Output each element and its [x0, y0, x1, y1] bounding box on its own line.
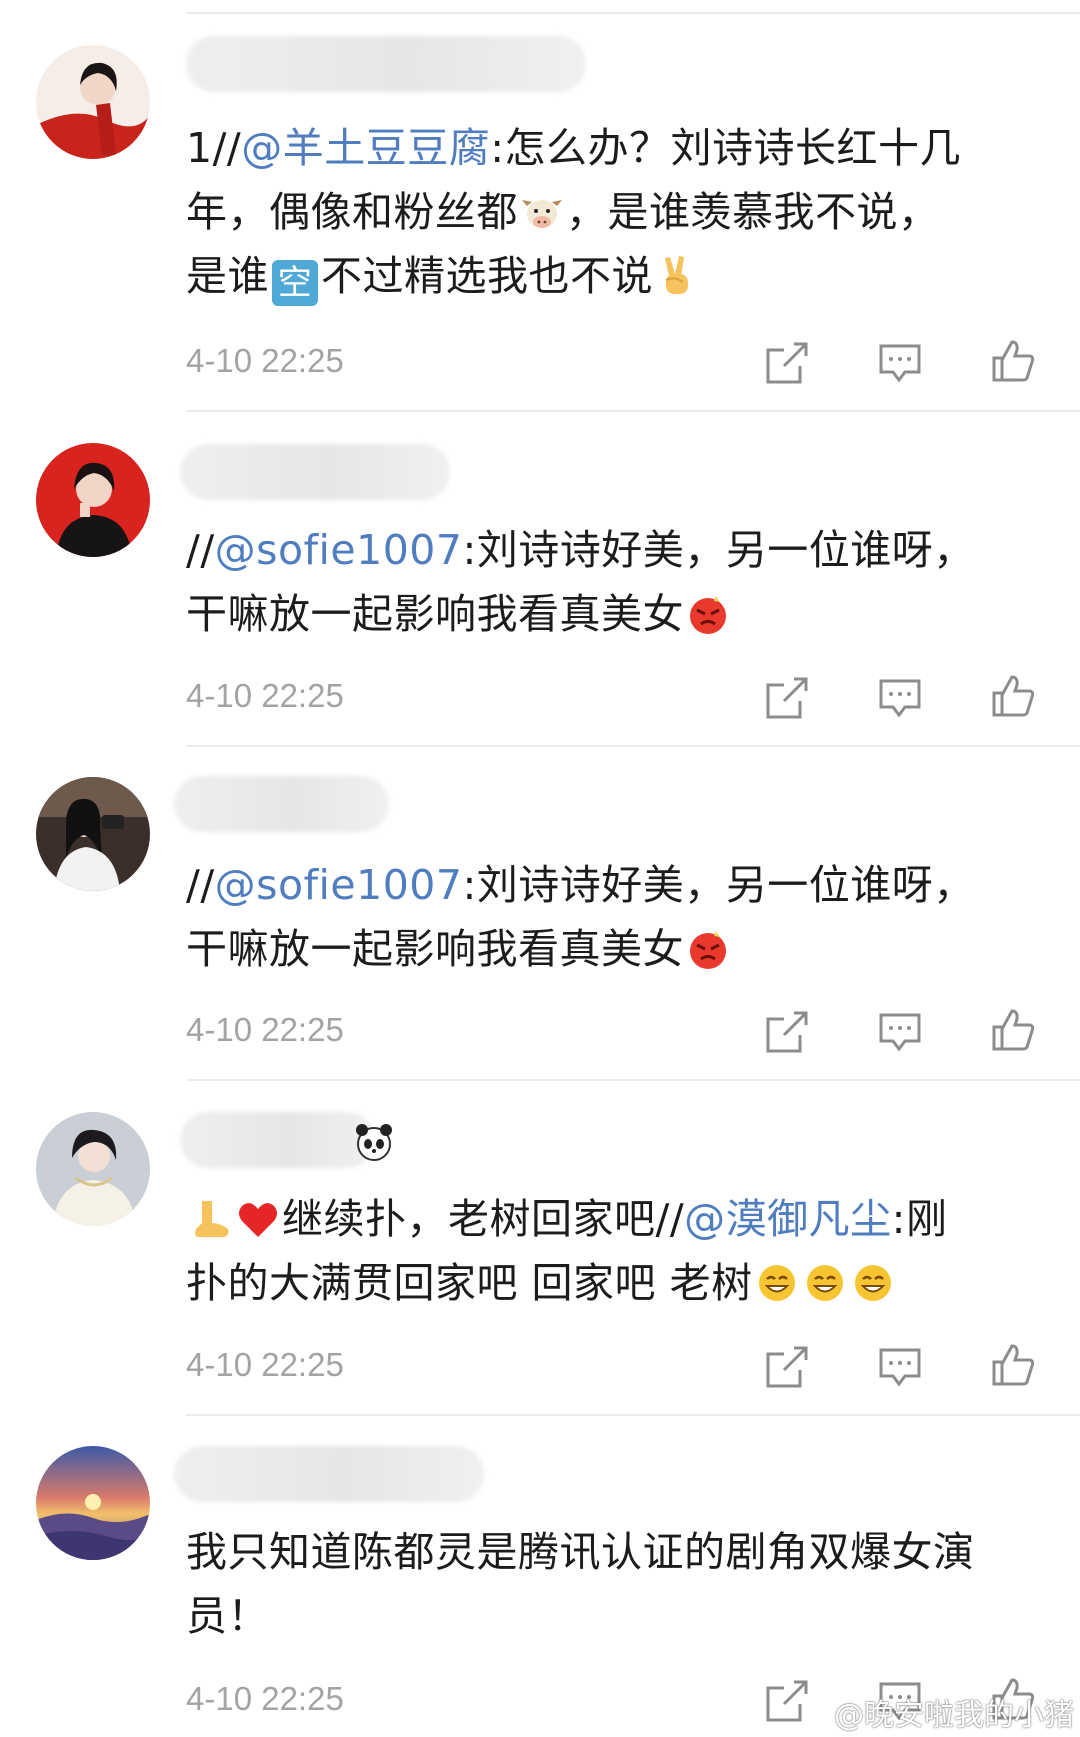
comment-text-part: :刚: [891, 1195, 948, 1243]
angry-face-emoji-icon: [686, 592, 730, 636]
panda-emoji-icon: [352, 1120, 396, 1164]
timestamp: 4-10 22:25: [186, 1011, 344, 1048]
cow-emoji-icon: [520, 190, 564, 234]
avatar[interactable]: [36, 1446, 150, 1560]
divider: [186, 12, 1080, 14]
comment-text: 继续扑，老树回家吧//@漠御凡尘:刚 扑的大满贯回家吧 回家吧 老树: [186, 1187, 1056, 1315]
comment-text-part: 我只知道陈都灵是腾讯认证的剧角双爆女演: [186, 1528, 975, 1576]
mention-link[interactable]: @漠御凡尘: [684, 1195, 892, 1243]
mention-link[interactable]: @sofie1007: [215, 861, 463, 909]
comment-text-part: ，是谁羡慕我不说，: [566, 188, 940, 236]
divider: [186, 410, 1080, 412]
comment-text-part: :怎么办？刘诗诗长红十几: [490, 124, 962, 172]
thumbs-up-icon[interactable]: [990, 1007, 1036, 1053]
grin-face-emoji-icon: [803, 1261, 847, 1305]
comment-text: //@sofie1007:刘诗诗好美，另一位谁呀， 干嘛放一起影响我看真美女: [186, 518, 1056, 646]
comment-feed: 1//@羊土豆豆腐:怎么办？刘诗诗长红十几 年，偶像和粉丝都 ，是谁羡慕我不说， …: [0, 0, 1080, 1737]
username-redacted: [180, 444, 450, 500]
angry-face-emoji-icon: [686, 927, 730, 971]
timestamp: 4-10 22:25: [186, 1680, 344, 1717]
comment-text-part: 1//: [186, 124, 242, 172]
username-redacted: [186, 36, 586, 92]
comment-text-part: 扑的大满贯回家吧 回家吧 老树: [186, 1259, 753, 1307]
comment-icon[interactable]: [877, 1344, 923, 1390]
thumbs-up-icon[interactable]: [990, 1342, 1036, 1388]
comment-text-part: 员！: [186, 1592, 269, 1640]
thumbs-up-icon[interactable]: [990, 673, 1036, 719]
username-redacted: [174, 776, 389, 832]
comment-text-part: 年，偶像和粉丝都: [186, 188, 518, 236]
comment-text-part: 干嘛放一起影响我看真美女: [186, 590, 684, 638]
mention-link[interactable]: @sofie1007: [215, 526, 463, 574]
watermark: @晚安啦我的小猪: [834, 1698, 1074, 1733]
username-redacted: [180, 1112, 375, 1168]
foot-emoji-icon: [188, 1197, 232, 1241]
divider: [186, 1414, 1080, 1416]
timestamp: 4-10 22:25: [186, 342, 344, 379]
avatar[interactable]: [36, 443, 150, 557]
username-redacted: [174, 1446, 484, 1502]
share-icon[interactable]: [764, 1344, 810, 1390]
divider: [186, 1079, 1080, 1081]
divider: [186, 745, 1080, 747]
comment-icon[interactable]: [877, 675, 923, 721]
comment-text: 1//@羊土豆豆腐:怎么办？刘诗诗长红十几 年，偶像和粉丝都 ，是谁羡慕我不说， …: [186, 116, 1056, 308]
kong-emoji-icon: 空: [272, 260, 318, 306]
comment-text-part: :刘诗诗好美，另一位谁呀，: [462, 526, 975, 574]
comment-text-part: 继续扑，老树回家吧//: [282, 1195, 685, 1243]
mention-link[interactable]: @羊土豆豆腐: [241, 124, 490, 172]
timestamp: 4-10 22:25: [186, 677, 344, 714]
share-icon[interactable]: [764, 675, 810, 721]
comment-text: //@sofie1007:刘诗诗好美，另一位谁呀， 干嘛放一起影响我看真美女: [186, 853, 1056, 981]
avatar[interactable]: [36, 777, 150, 891]
share-icon[interactable]: [764, 1009, 810, 1055]
comment-icon[interactable]: [877, 340, 923, 386]
comment-text-part: 是谁: [186, 252, 269, 300]
avatar[interactable]: [36, 1112, 150, 1226]
heart-emoji-icon: [236, 1197, 280, 1241]
comment-text-part: //: [186, 861, 215, 909]
grin-face-emoji-icon: [755, 1261, 799, 1305]
comment-text-part: //: [186, 526, 215, 574]
comment-icon[interactable]: [877, 1009, 923, 1055]
share-icon[interactable]: [764, 1678, 810, 1724]
share-icon[interactable]: [764, 340, 810, 386]
grin-face-emoji-icon: [851, 1261, 895, 1305]
thumbs-up-icon[interactable]: [990, 338, 1036, 384]
comment-text-part: 干嘛放一起影响我看真美女: [186, 925, 684, 973]
comment-text-part: 不过精选我也不说: [321, 252, 653, 300]
comment-text: 我只知道陈都灵是腾讯认证的剧角双爆女演 员！: [186, 1520, 1056, 1648]
comment-text-part: :刘诗诗好美，另一位谁呀，: [462, 861, 975, 909]
victory-hand-emoji-icon: [655, 254, 699, 298]
avatar[interactable]: [36, 45, 150, 159]
timestamp: 4-10 22:25: [186, 1346, 344, 1383]
